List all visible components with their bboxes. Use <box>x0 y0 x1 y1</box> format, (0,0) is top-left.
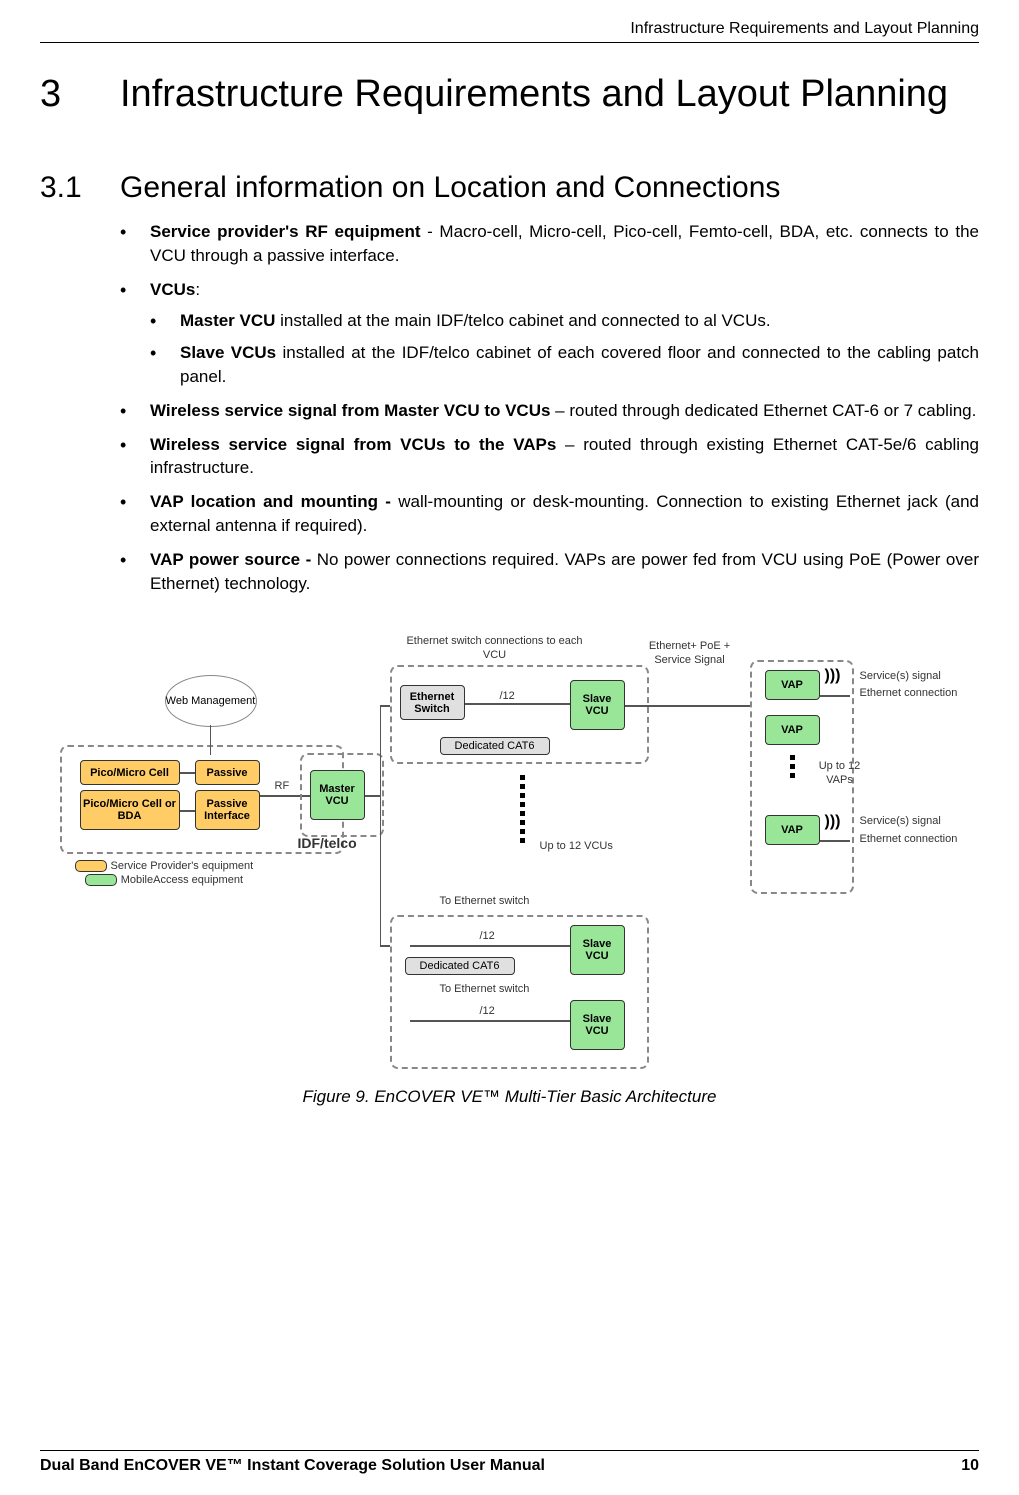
list-item: Master VCU installed at the main IDF/tel… <box>150 309 979 333</box>
bullet-bold: VAP power source - <box>150 550 311 569</box>
vap-dots <box>790 755 796 778</box>
header-section-title: Infrastructure Requirements and Layout P… <box>40 20 979 42</box>
legend: Service Provider's equipment MobileAcces… <box>75 860 254 886</box>
architecture-diagram: Web Management Pico/Micro Cell Pico/Micr… <box>60 625 960 1075</box>
chapter-heading: 3 Infrastructure Requirements and Layout… <box>40 73 979 116</box>
bullet-bold: VCUs <box>150 280 195 299</box>
pico-micro-bda-box: Pico/Micro Cell or BDA <box>80 790 180 830</box>
slave-vcu-box: Slave VCU <box>570 925 625 975</box>
bullet-bold: Slave VCUs <box>180 343 276 362</box>
bullet-text: : <box>195 280 200 299</box>
list-item: Wireless service signal from Master VCU … <box>120 399 979 423</box>
section-title: General information on Location and Conn… <box>120 171 780 205</box>
figure-container: Web Management Pico/Micro Cell Pico/Micr… <box>40 625 979 1107</box>
signal-icon: ))) <box>825 667 841 685</box>
list-item: VAP location and mounting - wall-mountin… <box>120 490 979 538</box>
footer-rule <box>40 1450 979 1451</box>
up-to-12-vaps-label: Up to 12 VAPs <box>810 760 870 786</box>
dedicated-cat6-box: Dedicated CAT6 <box>405 957 515 975</box>
vap-box: VAP <box>765 670 820 700</box>
bullet-text: – routed through dedicated Ethernet CAT-… <box>550 401 976 420</box>
page-footer: Dual Band EnCOVER VE™ Instant Coverage S… <box>40 1457 979 1485</box>
ethernet-connection-label: Ethernet connection <box>860 687 958 700</box>
vcu-dots <box>520 775 526 843</box>
legend-swatch-green <box>85 874 117 886</box>
connector-line <box>380 705 382 795</box>
list-item: Wireless service signal from VCUs to the… <box>120 433 979 481</box>
idf-telco-label: IDF/telco <box>298 835 357 852</box>
slave-vcu-box: Slave VCU <box>570 1000 625 1050</box>
legend-swatch-orange <box>75 860 107 872</box>
connector-line <box>180 810 195 812</box>
to-eth-switch-label: To Ethernet switch <box>440 983 530 996</box>
ethernet-connection-label: Ethernet connection <box>860 833 958 846</box>
section-heading: 3.1 General information on Location and … <box>40 171 979 205</box>
rf-label: RF <box>275 780 290 793</box>
eth-switch-conn-label: Ethernet switch connections to each VCU <box>395 635 595 661</box>
chapter-number: 3 <box>40 73 120 116</box>
connector-line <box>625 705 750 707</box>
vap-box: VAP <box>765 815 820 845</box>
figure-caption: Figure 9. EnCOVER VE™ Multi-Tier Basic A… <box>40 1087 979 1107</box>
bullet-bold: Wireless service signal from Master VCU … <box>150 401 550 420</box>
signal-icon: ))) <box>825 813 841 831</box>
connector-line <box>820 840 850 842</box>
bullet-bold: Service provider's RF equipment <box>150 222 421 241</box>
pico-micro-cell-box: Pico/Micro Cell <box>80 760 180 785</box>
list-item: Slave VCUs installed at the IDF/telco ca… <box>150 341 979 389</box>
bullet-list: Service provider's RF equipment - Macro-… <box>120 220 979 605</box>
connector-line <box>820 695 850 697</box>
list-item: VCUs: Master VCU installed at the main I… <box>120 278 979 389</box>
list-item: Service provider's RF equipment - Macro-… <box>120 220 979 268</box>
slash12-label: /12 <box>500 690 515 703</box>
bullet-bold: Master VCU <box>180 311 275 330</box>
passive-interface-box: Passive Interface <box>195 790 260 830</box>
vap-box: VAP <box>765 715 820 745</box>
connector-line <box>380 705 390 707</box>
section-number: 3.1 <box>40 171 120 205</box>
eth-poe-svc-label: Ethernet+ PoE + Service Signal <box>635 640 745 666</box>
dedicated-cat6-box: Dedicated CAT6 <box>440 737 550 755</box>
connector-line <box>465 703 570 705</box>
passive-box: Passive <box>195 760 260 785</box>
bullet-text: installed at the main IDF/telco cabinet … <box>275 311 770 330</box>
connector-line <box>380 795 382 945</box>
page-number: 10 <box>961 1457 979 1475</box>
bullet-bold: VAP location and mounting - <box>150 492 391 511</box>
connector-line <box>410 945 570 947</box>
bullet-bold: Wireless service signal from VCUs to the… <box>150 435 556 454</box>
connector-line <box>180 772 195 774</box>
legend-ma-label: MobileAccess equipment <box>121 874 243 886</box>
slave-vcu-box: Slave VCU <box>570 680 625 730</box>
chapter-title: Infrastructure Requirements and Layout P… <box>120 73 948 116</box>
connector-line <box>410 1020 570 1022</box>
service-signal-label: Service(s) signal <box>860 815 941 828</box>
connector-line <box>365 795 380 797</box>
up-to-12-vcus-label: Up to 12 VCUs <box>540 840 613 853</box>
list-item: VAP power source - No power connections … <box>120 548 979 596</box>
header-rule <box>40 42 979 43</box>
connector-line <box>380 945 390 947</box>
bullet-text: installed at the IDF/telco cabinet of ea… <box>180 343 979 386</box>
service-signal-label: Service(s) signal <box>860 670 941 683</box>
to-eth-switch-label: To Ethernet switch <box>440 895 530 908</box>
legend-sp-label: Service Provider's equipment <box>111 860 254 872</box>
slash12-label: /12 <box>480 1005 495 1018</box>
sub-list: Master VCU installed at the main IDF/tel… <box>150 309 979 388</box>
connector-line <box>210 725 212 755</box>
slash12-label: /12 <box>480 930 495 943</box>
footer-title: Dual Band EnCOVER VE™ Instant Coverage S… <box>40 1457 545 1475</box>
web-management-cloud: Web Management <box>165 675 257 727</box>
ethernet-switch-box: Ethernet Switch <box>400 685 465 720</box>
